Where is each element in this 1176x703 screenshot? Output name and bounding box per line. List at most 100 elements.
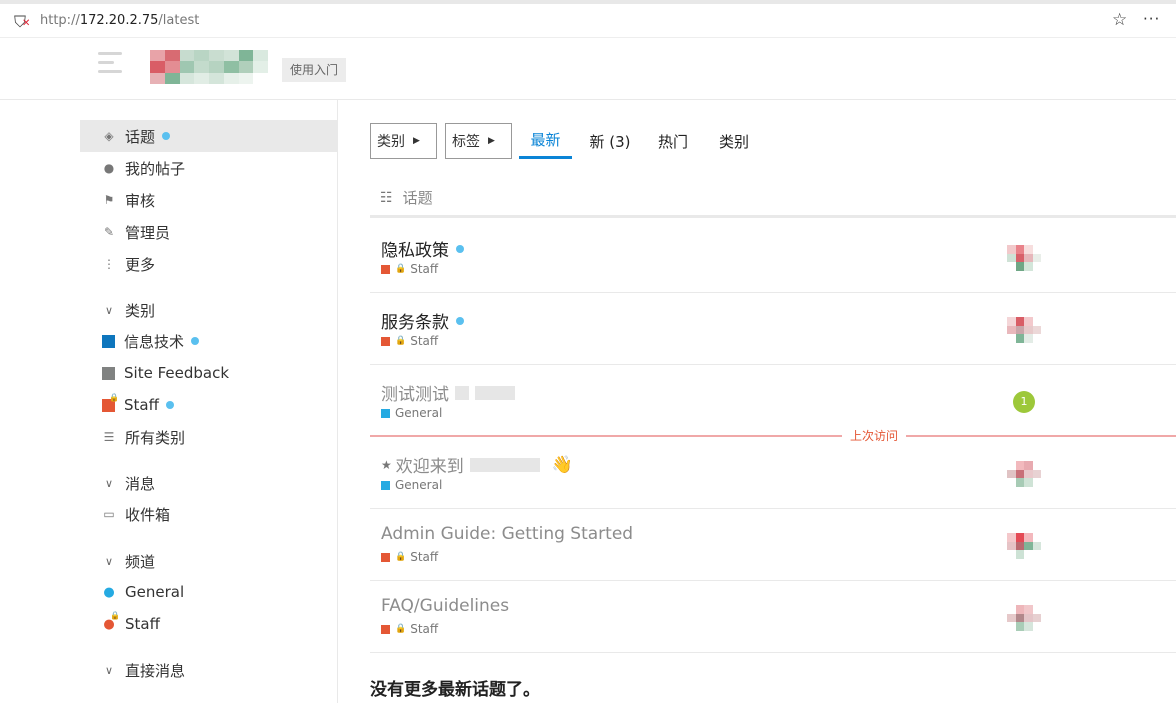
tab-latest[interactable]: 最新	[519, 123, 572, 159]
poster-avatar[interactable]	[1007, 317, 1041, 343]
wave-emoji-icon: 👋	[551, 454, 573, 475]
lock-icon: 🔒	[110, 610, 120, 620]
chevron-down-icon: ∨	[104, 554, 114, 568]
topic-title[interactable]: ★ 欢迎来到 👋	[381, 452, 573, 478]
chevron-down-icon: ∨	[104, 663, 114, 677]
column-header-topic[interactable]: 话题	[403, 187, 433, 208]
sidebar-channel-general[interactable]: ● General	[80, 576, 338, 608]
sidebar-category-site-feedback[interactable]: Site Feedback	[80, 357, 338, 389]
sidebar-item-review[interactable]: ⚑ 审核	[80, 184, 338, 216]
sidebar-item-label: Staff	[124, 396, 159, 414]
sidebar-item-topics[interactable]: ◈ 话题	[80, 120, 338, 152]
site-logo-pixelated[interactable]	[150, 50, 268, 84]
topic-category[interactable]: General	[381, 478, 442, 492]
sidebar-item-label: 话题	[125, 127, 156, 146]
sidebar-item-label: 更多	[125, 255, 156, 274]
topic-title-text: 隐私政策	[381, 241, 449, 261]
sidebar-section-direct-messages[interactable]: ∨ 直接消息	[80, 655, 185, 685]
topic-row[interactable]: ★ 欢迎来到 👋 General	[370, 437, 1176, 509]
topic-title[interactable]: 测试测试	[381, 380, 515, 405]
topic-category[interactable]: 🔒 Staff	[381, 550, 438, 564]
getting-started-button[interactable]: 使用入门	[282, 58, 347, 82]
topic-row[interactable]: 服务条款 🔒 Staff	[370, 293, 1176, 365]
main-content: 类别 ▶ 标签 ▶ 最新 新 (3) 热门 类别 ☷ 话题 隐私政策 🔒 Staf…	[370, 100, 1176, 703]
sidebar-item-label: 审核	[125, 191, 156, 210]
pin-icon: ★	[381, 457, 392, 472]
section-title: 消息	[125, 474, 156, 493]
chat-bubble-locked-icon: ● 🔒	[103, 610, 120, 632]
no-more-topics-message: 没有更多最新话题了。	[370, 680, 540, 700]
caret-right-icon: ▶	[488, 136, 495, 146]
tags-dropdown[interactable]: 标签 ▶	[445, 123, 512, 159]
topic-row[interactable]: Admin Guide: Getting Started 🔒 Staff	[370, 509, 1176, 581]
sidebar-item-label: General	[125, 583, 185, 601]
categories-dropdown[interactable]: 类别 ▶	[370, 123, 437, 159]
topic-row[interactable]: 隐私政策 🔒 Staff	[370, 221, 1176, 293]
dropdown-label: 标签	[452, 134, 480, 150]
unread-dot	[191, 337, 200, 345]
sidebar-channel-staff[interactable]: ● 🔒 Staff	[80, 608, 338, 640]
redacted-text	[469, 457, 540, 472]
poster-avatar[interactable]	[1007, 461, 1041, 487]
topic-category[interactable]: 🔒 Staff	[381, 622, 438, 636]
sidebar-all-categories[interactable]: ☰ 所有类别	[80, 421, 338, 453]
sidebar-category-staff[interactable]: 🔒 Staff	[80, 389, 338, 421]
site-security-icon[interactable]: ⛉ ✕	[14, 12, 30, 32]
category-name: Staff	[410, 550, 439, 564]
site-logo-mark[interactable]	[98, 52, 122, 78]
address-field[interactable]: http://172.20.2.75/latest	[40, 13, 199, 28]
sidebar-section-messages[interactable]: ∨ 消息	[80, 468, 155, 498]
sidebar-section-channels[interactable]: ∨ 频道	[80, 546, 155, 576]
tab-new[interactable]: 新 (3)	[586, 123, 634, 159]
topic-title[interactable]: 服务条款	[381, 308, 464, 333]
tab-categories[interactable]: 类别	[714, 123, 754, 159]
redacted-text	[475, 385, 515, 400]
redacted-text	[455, 385, 469, 400]
sidebar-section-categories[interactable]: ∨ 类别	[80, 295, 155, 325]
lock-icon: 🔒	[395, 264, 407, 274]
url-host: 172.20.2.75	[79, 13, 159, 28]
category-color-square: 🔒	[102, 393, 119, 412]
sidebar-item-label: 管理员	[125, 223, 171, 242]
topic-row[interactable]: FAQ/Guidelines 🔒 Staff	[370, 581, 1176, 653]
section-title: 类别	[125, 301, 156, 320]
unread-dot	[456, 316, 464, 325]
category-color-square	[381, 552, 390, 562]
category-color-square	[381, 624, 390, 634]
topic-title[interactable]: 隐私政策	[381, 236, 464, 261]
poster-avatar[interactable]	[1007, 533, 1041, 559]
sidebar-item-my-posts[interactable]: ● 我的帖子	[80, 152, 338, 184]
more-menu-icon[interactable]: ···	[1143, 10, 1160, 28]
tab-top[interactable]: 热门	[653, 123, 693, 159]
lock-icon: 🔒	[109, 392, 119, 402]
sidebar-item-inbox[interactable]: ▭ 收件箱	[80, 498, 338, 530]
sidebar-category-it[interactable]: 信息技术	[80, 325, 338, 357]
sidebar-item-label: 收件箱	[125, 505, 171, 524]
user-icon: ●	[103, 161, 115, 175]
topic-row[interactable]: 测试测试 General 1	[370, 365, 1176, 437]
sidebar-item-more[interactable]: ⋮ 更多	[80, 248, 338, 280]
checklist-icon[interactable]: ☷	[380, 190, 393, 206]
category-color-square	[102, 334, 115, 348]
topic-title[interactable]: FAQ/Guidelines	[381, 596, 509, 616]
unread-dot	[456, 244, 464, 253]
topic-category[interactable]: General	[381, 406, 442, 420]
bookmark-star-icon[interactable]: ☆	[1112, 10, 1127, 30]
url-scheme: http://	[40, 13, 80, 28]
topic-category[interactable]: 🔒 Staff	[381, 334, 438, 348]
sidebar-item-admin[interactable]: ✎ 管理员	[80, 216, 338, 248]
category-name: Staff	[410, 334, 439, 348]
sidebar-item-label: 信息技术	[124, 332, 185, 351]
dropdown-label: 类别	[377, 134, 405, 150]
chat-bubble-icon: ●	[103, 584, 115, 600]
topic-category[interactable]: 🔒 Staff	[381, 262, 438, 276]
poster-avatar[interactable]	[1007, 605, 1041, 631]
poster-avatar[interactable]	[1007, 245, 1041, 271]
topic-title[interactable]: Admin Guide: Getting Started	[381, 524, 633, 544]
section-title: 频道	[125, 552, 156, 571]
category-color-square	[102, 366, 115, 380]
new-posts-badge[interactable]: 1	[1013, 391, 1035, 413]
sidebar-item-label: 所有类别	[125, 428, 186, 447]
inbox-icon: ▭	[103, 507, 115, 521]
browser-url-bar: ⛉ ✕ http://172.20.2.75/latest ☆ ···	[0, 0, 1176, 38]
